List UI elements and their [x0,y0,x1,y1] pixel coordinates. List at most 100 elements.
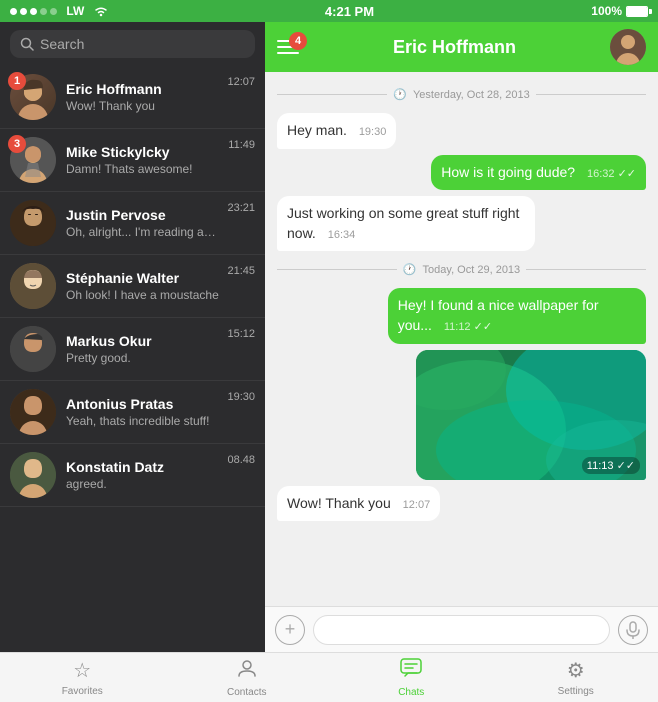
chats-label: Chats [398,687,424,698]
clock-icon-2: 🕐 [403,263,417,276]
chat-item-1[interactable]: 1 Eric Hoffmann Wow! Thank you 12:07 [0,66,265,129]
checks-2: ✓✓ [618,168,636,180]
wifi-icon [94,5,108,17]
signal-dot-1 [10,8,17,15]
status-bar: LW 4:21 PM 100% [0,0,658,22]
nav-item-settings[interactable]: ⚙ Settings [494,653,658,702]
chat-time-6: 19:30 [227,391,255,403]
chats-svg [400,658,422,678]
chat-time-5: 15:12 [227,328,255,340]
bubble-time-4: 11:12 ✓✓ [444,321,492,333]
bubble-time-6: 12:07 [403,499,431,511]
chat-name-5: Markus Okur [66,333,221,349]
avatar-wrapper-6 [10,389,56,435]
image-time: 11:13 [587,460,614,472]
chat-time-7: 08.48 [227,454,255,466]
battery-percent: 100% [591,4,622,18]
bubble-text-3: Just working on some great stuff right n… [287,205,519,241]
chat-item-6[interactable]: Antonius Pratas Yeah, thats incredible s… [0,381,265,444]
header-avatar[interactable] [610,29,646,65]
bottom-nav: ☆ Favorites Contacts Chats ⚙ Settings [0,652,658,702]
chat-info-7: Konstatin Datz agreed. [66,459,221,491]
search-wrapper[interactable]: Search [10,30,255,58]
avatar-wrapper-1: 1 [10,74,56,120]
chat-preview-2: Damn! Thats awesome! [66,162,222,176]
chat-info-4: Stéphanie Walter Oh look! I have a moust… [66,270,221,302]
bubble-text-1: Hey man. [287,122,347,138]
chat-item-5[interactable]: Markus Okur Pretty good. 15:12 [0,318,265,381]
chat-header-name: Eric Hoffmann [309,37,600,58]
bubble-6: Wow! Thank you 12:07 [277,486,440,522]
signal-area: LW [10,4,108,18]
menu-button[interactable]: 4 [277,40,299,54]
header-notification-badge: 4 [289,32,307,50]
badge-1: 1 [8,72,26,90]
favorites-icon: ☆ [73,658,91,683]
search-icon [20,37,34,51]
status-time: 4:21 PM [325,4,374,19]
search-placeholder-text: Search [40,36,84,52]
chat-time-1: 12:07 [227,76,255,88]
chat-item-7[interactable]: Konstatin Datz agreed. 08.48 [0,444,265,507]
chat-name-7: Konstatin Datz [66,459,221,475]
avatar-wrapper-3 [10,200,56,246]
bubble-time-3: 16:34 [328,229,356,241]
avatar-3 [10,200,56,246]
chat-name-2: Mike Stickylcky [66,144,222,160]
avatar-wrapper-5 [10,326,56,372]
date-divider-2: 🕐 Today, Oct 29, 2013 [277,263,646,276]
avatar-img-3 [10,200,56,246]
chat-time-4: 21:45 [227,265,255,277]
chat-name-1: Eric Hoffmann [66,81,221,97]
avatar-4 [10,263,56,309]
date-divider-1: 🕐 Yesterday, Oct 28, 2013 [277,88,646,101]
image-checks: ✓✓ [617,460,635,472]
avatar-img-6 [10,389,56,435]
image-bubble[interactable]: 11:13 ✓✓ [416,350,646,480]
avatar-7 [10,452,56,498]
hamburger-line-3 [277,52,299,54]
bubble-text-2: How is it going dude? [441,164,575,180]
signal-dot-3 [30,8,37,15]
settings-icon: ⚙ [567,658,585,683]
add-button[interactable]: + [275,615,305,645]
checks-4: ✓✓ [474,321,492,333]
nav-item-contacts[interactable]: Contacts [165,653,330,702]
carrier-label: LW [66,4,84,18]
chat-preview-1: Wow! Thank you [66,99,221,113]
mic-icon [626,621,640,639]
battery-fill [627,7,647,16]
message-input[interactable] [313,615,610,645]
message-row-6: Wow! Thank you 12:07 [277,486,646,522]
avatar-wrapper-4 [10,263,56,309]
battery-area: 100% [591,4,648,18]
signal-dot-4 [40,8,47,15]
mic-button[interactable] [618,615,648,645]
date-label-2: Today, Oct 29, 2013 [423,264,521,276]
chat-time-2: 11:49 [228,139,255,151]
battery-icon [626,6,648,17]
chat-item-4[interactable]: Stéphanie Walter Oh look! I have a moust… [0,255,265,318]
signal-dot-2 [20,8,27,15]
chat-item-2[interactable]: 3 Mike Stickylcky Damn! Thats awesome! 1… [0,129,265,192]
input-bar: + [265,606,658,652]
chat-info-1: Eric Hoffmann Wow! Thank you [66,81,221,113]
chat-item-3[interactable]: Justin Pervose Oh, alright... I'm readin… [0,192,265,255]
right-panel: 4 Eric Hoffmann 🕐 Yesterday, Oct 28, 201… [265,22,658,652]
nav-item-chats[interactable]: Chats [329,653,494,702]
header-avatar-img [610,29,646,65]
contacts-svg [237,658,257,678]
chat-name-6: Antonius Pratas [66,396,221,412]
main-content: Search 1 [0,22,658,652]
search-bar: Search [0,22,265,66]
avatar-wrapper-2: 3 [10,137,56,183]
avatar-img-5 [10,326,56,372]
date-label-1: Yesterday, Oct 28, 2013 [413,89,530,101]
avatar-img-4 [10,263,56,309]
chat-info-2: Mike Stickylcky Damn! Thats awesome! [66,144,222,176]
message-row-3: Just working on some great stuff right n… [277,196,646,251]
chat-list: 1 Eric Hoffmann Wow! Thank you 12:07 [0,66,265,652]
chat-name-3: Justin Pervose [66,207,221,223]
message-row-4: Hey! I found a nice wallpaper for you...… [277,288,646,343]
nav-item-favorites[interactable]: ☆ Favorites [0,653,165,702]
